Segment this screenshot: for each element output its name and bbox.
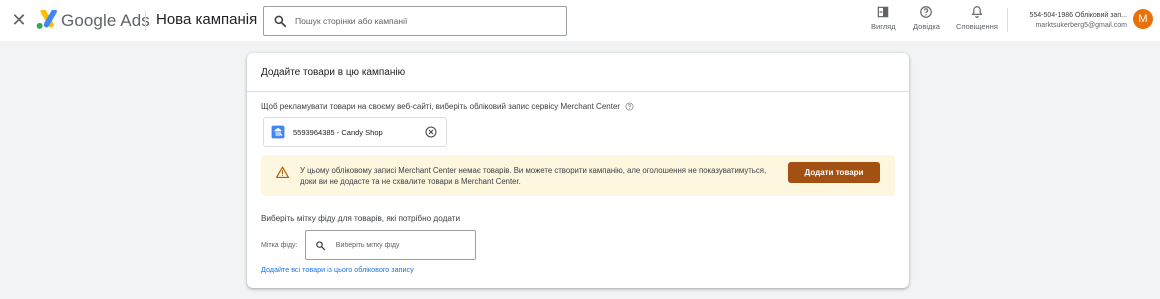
feed-label: Мітка фіду:	[261, 242, 298, 249]
help-label: Довідка	[913, 22, 940, 31]
add-products-button[interactable]: Додати товари	[788, 162, 880, 183]
avatar[interactable]: M	[1133, 9, 1153, 29]
notifications-button[interactable]: Сповіщення	[956, 5, 998, 31]
warning-banner: У цьому обліковому записі Merchant Cente…	[261, 155, 895, 196]
account-id: 554-504-1986 Обліковий зап...	[1029, 12, 1127, 19]
help-circle-icon[interactable]	[625, 102, 634, 111]
view-icon	[878, 6, 889, 18]
help-button[interactable]: Довідка	[913, 5, 940, 31]
warning-text: У цьому обліковому записі Merchant Cente…	[300, 166, 767, 186]
view-button[interactable]: Вигляд	[871, 5, 896, 31]
card-title: Додайте товари в цю кампанію	[261, 67, 406, 78]
merchant-account-chip[interactable]: 5593964385 - Candy Shop	[263, 117, 447, 147]
feed-heading: Виберіть мітку фіду для товарів, які пот…	[261, 214, 461, 223]
account-divider	[1007, 8, 1008, 32]
search-icon	[316, 240, 326, 250]
close-icon[interactable]: ✕	[10, 10, 28, 30]
google-ads-logo[interactable]	[35, 10, 57, 30]
global-search[interactable]	[263, 6, 567, 36]
search-icon	[274, 15, 287, 28]
account-email: marktsukerberg5@gmail.com	[1035, 22, 1127, 29]
card-divider	[247, 91, 909, 92]
merchant-account-name: 5593964385 - Candy Shop	[293, 127, 383, 137]
feed-label-selector[interactable]	[305, 230, 476, 260]
add-all-products-link[interactable]: Додайте всі товари із цього облікового з…	[261, 265, 414, 274]
warning-icon	[276, 166, 289, 178]
account-switcher[interactable]: 554-504-1986 Обліковий зап... marktsuker…	[1009, 11, 1127, 31]
view-label: Вигляд	[871, 22, 896, 31]
remove-circle-icon[interactable]	[425, 126, 437, 138]
add-products-card: Додайте товари в цю кампанію Щоб рекламу…	[247, 53, 909, 288]
notifications-label: Сповіщення	[956, 22, 998, 31]
brand-name: Google Ads	[61, 11, 150, 30]
header-divider	[145, 11, 146, 31]
feed-label-input[interactable]	[333, 240, 475, 250]
help-icon	[920, 6, 933, 18]
page-title: Нова кампанія	[156, 11, 258, 28]
merchant-prompt-text: Щоб рекламувати товари на своєму веб-сай…	[261, 102, 621, 111]
search-input[interactable]	[293, 15, 557, 27]
merchant-center-icon	[271, 125, 285, 139]
bell-icon	[971, 6, 983, 18]
merchant-prompt: Щоб рекламувати товари на своєму веб-сай…	[261, 102, 634, 111]
top-app-bar: ✕ Google Ads Нова кампанія Вигляд Довідк…	[0, 0, 1160, 41]
